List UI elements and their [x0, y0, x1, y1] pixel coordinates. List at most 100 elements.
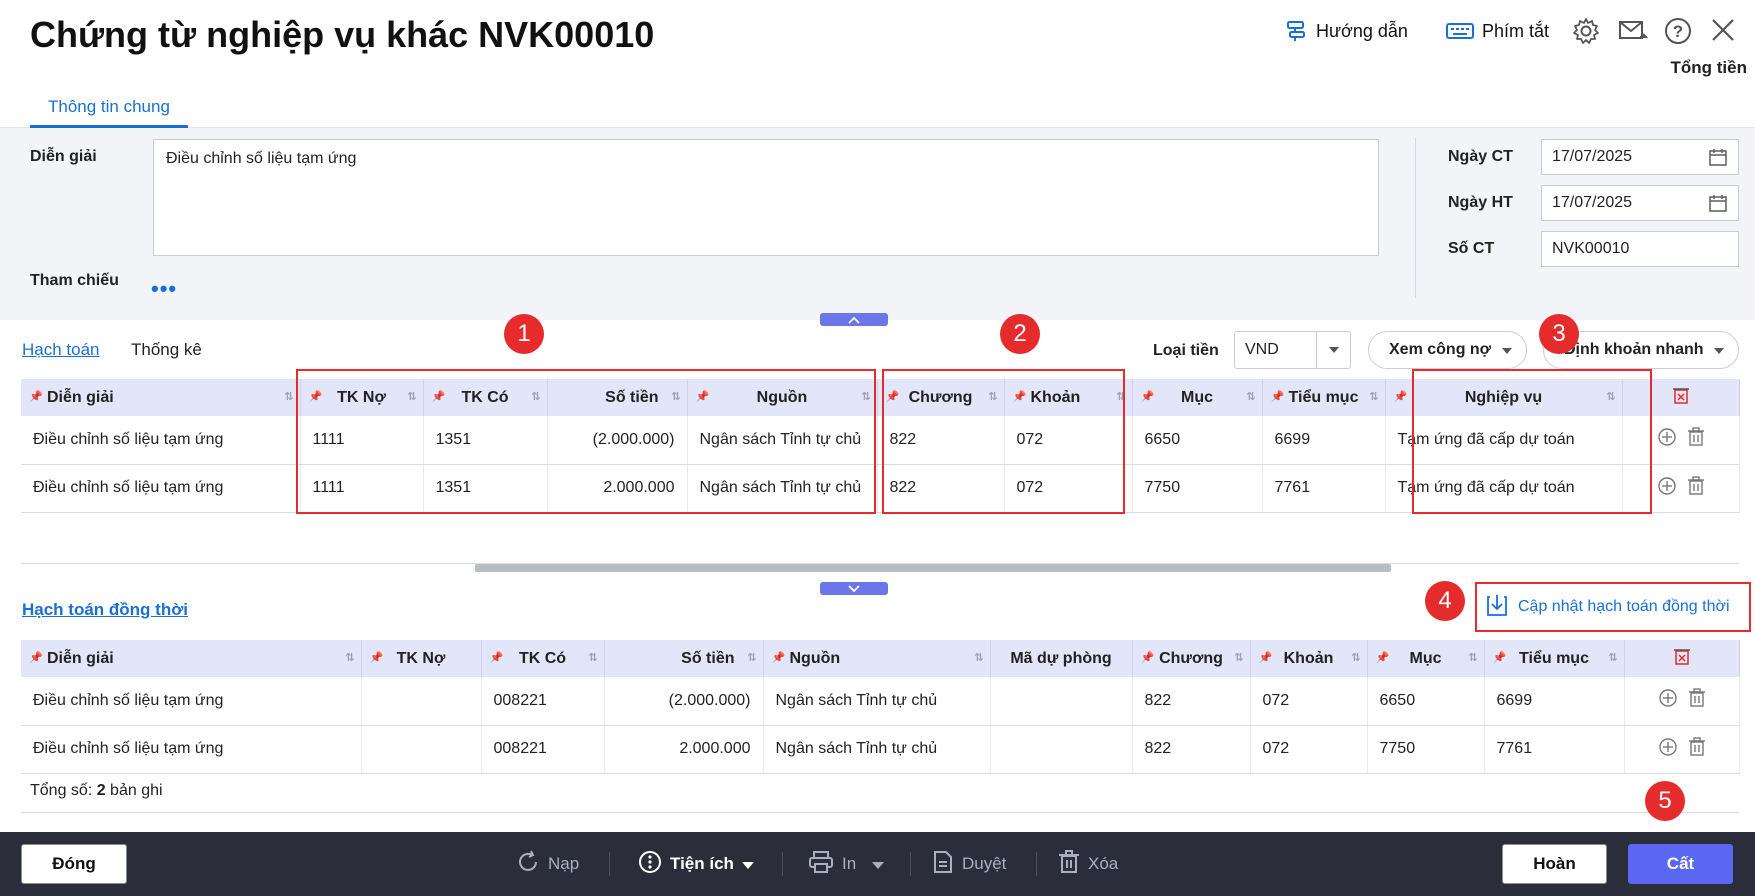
- highlight-box-update: [1475, 582, 1751, 632]
- highlight-box-accounts: [296, 369, 876, 514]
- column-header[interactable]: 📌 Tiểu mục ⇅: [1484, 640, 1625, 677]
- cell-tieu-muc[interactable]: 7761: [1262, 464, 1386, 513]
- record-total: Tổng số: 2 bản ghi: [30, 782, 163, 799]
- reference-label: Tham chiếu: [30, 272, 119, 289]
- collapse-up-button[interactable]: [820, 313, 888, 326]
- footer-separator: [910, 852, 911, 876]
- annotation-badge-3: 3: [1539, 314, 1579, 354]
- add-row-icon[interactable]: [1658, 688, 1678, 713]
- column-header[interactable]: 📌 Mục ⇅: [1367, 640, 1485, 677]
- save-button[interactable]: Cất: [1628, 844, 1733, 884]
- calendar-icon[interactable]: [1708, 147, 1728, 167]
- reload-button[interactable]: Nạp: [516, 844, 579, 884]
- cell-muc[interactable]: 6650: [1132, 416, 1263, 465]
- cell-tieu-muc[interactable]: 7761: [1484, 725, 1625, 774]
- cell-chuong[interactable]: 822: [1132, 677, 1251, 726]
- add-row-icon[interactable]: [1657, 427, 1677, 452]
- cell-tieu-muc[interactable]: 6699: [1262, 416, 1386, 465]
- table-row[interactable]: Điều chỉnh số liệu tạm ứng 008221 (2.000…: [21, 677, 1740, 726]
- guide-icon: [1284, 19, 1308, 43]
- add-row-icon[interactable]: [1657, 476, 1677, 501]
- column-header[interactable]: 📌 Khoản ⇅: [1250, 640, 1368, 677]
- so-ct-field[interactable]: NVK00010: [1541, 231, 1739, 267]
- description-label: Diễn giải: [30, 148, 97, 165]
- trash-icon[interactable]: [1687, 427, 1705, 452]
- add-row-icon[interactable]: [1658, 737, 1678, 762]
- cell-description[interactable]: Điều chỉnh số liệu tạm ứng: [21, 464, 301, 513]
- column-header[interactable]: 📌 TK Nợ: [361, 640, 482, 677]
- tab-statistics[interactable]: Thống kê: [131, 340, 202, 360]
- printer-icon: [808, 850, 834, 879]
- chevron-down-icon[interactable]: [1316, 332, 1350, 368]
- cell-muc[interactable]: 6650: [1367, 677, 1485, 726]
- currency-select[interactable]: VND: [1234, 331, 1351, 369]
- calendar-icon[interactable]: [1708, 193, 1728, 213]
- help-icon[interactable]: ?: [1664, 17, 1692, 45]
- cell-description[interactable]: Điều chỉnh số liệu tạm ứng: [21, 677, 362, 726]
- annotation-badge-1: 1: [504, 314, 544, 354]
- delete-all-button[interactable]: [1624, 640, 1740, 677]
- trash-icon[interactable]: [1687, 475, 1705, 501]
- close-button[interactable]: Đóng: [21, 844, 127, 884]
- approve-button[interactable]: Duyệt: [932, 844, 1006, 884]
- cell-tk-no[interactable]: [361, 725, 482, 774]
- shortcut-button[interactable]: Phím tắt: [1446, 18, 1549, 44]
- cell-tk-no[interactable]: [361, 677, 482, 726]
- column-header[interactable]: 📌 Diễn giải ⇅: [21, 379, 301, 416]
- cell-source[interactable]: Ngân sách Tỉnh tự chủ: [763, 677, 991, 726]
- tab-general[interactable]: Thông tin chung: [30, 88, 188, 128]
- column-header[interactable]: 📌 TK Có ⇅: [481, 640, 605, 677]
- so-ct-value: NVK00010: [1552, 240, 1630, 257]
- cell-tieu-muc[interactable]: 6699: [1484, 677, 1625, 726]
- tab-accounting[interactable]: Hạch toán: [22, 340, 100, 360]
- column-header[interactable]: 📌 Nguồn ⇅: [763, 640, 991, 677]
- guide-button[interactable]: Hướng dẫn: [1284, 18, 1408, 44]
- cell-muc[interactable]: 7750: [1367, 725, 1485, 774]
- date-ht-field[interactable]: 17/07/2025: [1541, 185, 1739, 221]
- close-icon[interactable]: [1710, 17, 1736, 43]
- print-button[interactable]: In: [808, 844, 885, 884]
- column-header[interactable]: 📌 Chương ⇅: [1132, 640, 1251, 677]
- gear-icon[interactable]: [1572, 17, 1600, 45]
- column-header[interactable]: 📌 Diễn giải ⇅: [21, 640, 362, 677]
- cell-amount[interactable]: 2.000.000: [604, 725, 764, 774]
- delete-button[interactable]: Xóa: [1058, 844, 1118, 884]
- column-header[interactable]: Số tiền ⇅: [604, 640, 764, 677]
- column-header[interactable]: 📌 Tiểu mục ⇅: [1262, 379, 1386, 416]
- horizontal-scrollbar[interactable]: [475, 564, 1391, 572]
- cell-khoan[interactable]: 072: [1250, 677, 1368, 726]
- trash-icon[interactable]: [1688, 736, 1706, 762]
- tab-simultaneous[interactable]: Hạch toán đồng thời: [22, 600, 188, 620]
- cell-tk-co[interactable]: 008221: [481, 725, 605, 774]
- cell-muc[interactable]: 7750: [1132, 464, 1263, 513]
- view-debt-button[interactable]: Xem công nợ: [1368, 331, 1527, 369]
- column-header[interactable]: 📌 Mục ⇅: [1132, 379, 1263, 416]
- mail-forward-icon[interactable]: [1618, 17, 1648, 45]
- description-field[interactable]: Điều chỉnh số liệu tạm ứng: [153, 139, 1379, 256]
- trash-red-icon: [1673, 649, 1691, 670]
- trash-icon[interactable]: [1688, 688, 1706, 713]
- column-header[interactable]: Mã dự phòng: [990, 640, 1133, 677]
- currency-label: Loại tiền: [1153, 342, 1219, 359]
- cell-description[interactable]: Điều chỉnh số liệu tạm ứng: [21, 416, 301, 465]
- main-tabbar: Thông tin chung: [0, 76, 1755, 128]
- so-ct-label: Số CT: [1448, 240, 1495, 257]
- collapse-down-button[interactable]: [820, 582, 888, 595]
- table-row[interactable]: Điều chỉnh số liệu tạm ứng 008221 2.000.…: [21, 725, 1740, 774]
- cell-chuong[interactable]: 822: [1132, 725, 1251, 774]
- cell-amount[interactable]: (2.000.000): [604, 677, 764, 726]
- cell-ma-du-phong[interactable]: [990, 677, 1133, 726]
- date-ct-field[interactable]: 17/07/2025: [1541, 139, 1739, 175]
- undo-button[interactable]: Hoàn: [1502, 844, 1607, 884]
- date-ht-label: Ngày HT: [1448, 194, 1513, 211]
- reference-more-button[interactable]: •••: [151, 276, 177, 302]
- cell-description[interactable]: Điều chỉnh số liệu tạm ứng: [21, 725, 362, 774]
- chevron-down-icon: [741, 854, 754, 874]
- cell-tk-co[interactable]: 008221: [481, 677, 605, 726]
- cell-ma-du-phong[interactable]: [990, 725, 1133, 774]
- form-divider: [1415, 138, 1416, 298]
- utility-button[interactable]: Tiện ích: [638, 844, 754, 884]
- cell-source[interactable]: Ngân sách Tỉnh tự chủ: [763, 725, 991, 774]
- cell-khoan[interactable]: 072: [1250, 725, 1368, 774]
- utility-label: Tiện ích: [670, 854, 734, 873]
